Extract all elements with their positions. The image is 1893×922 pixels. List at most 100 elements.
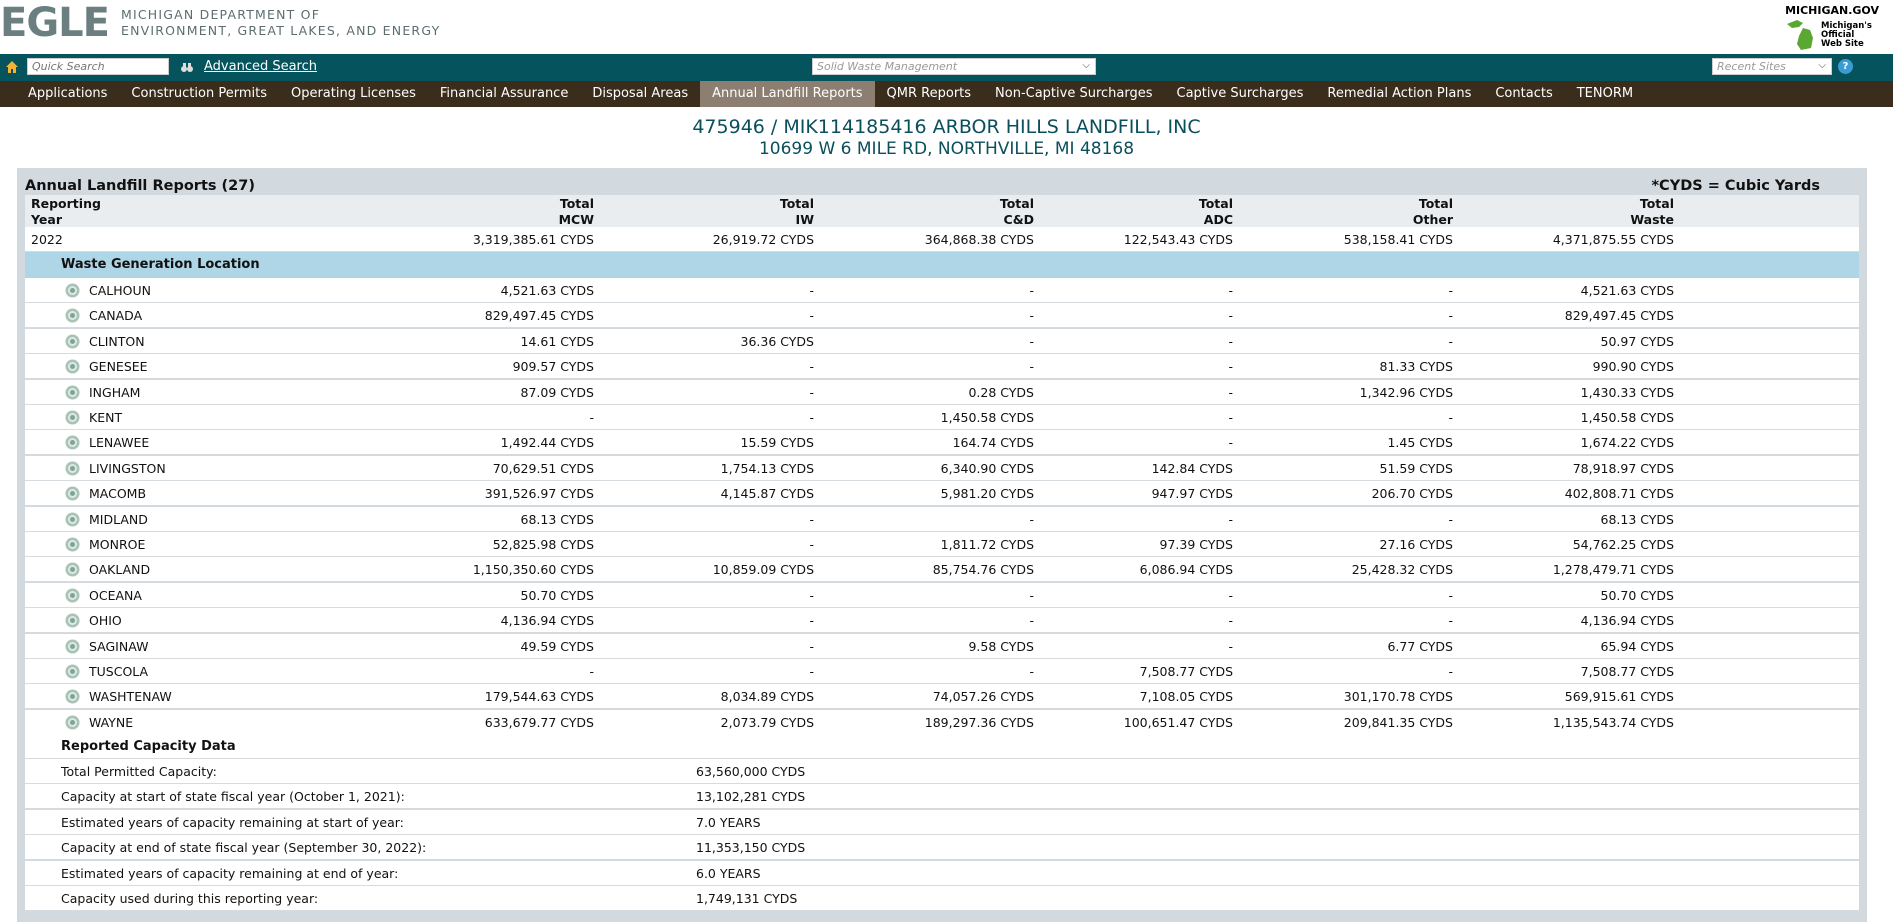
value-cell: - [809,359,814,375]
county-name: LIVINGSTON [89,460,166,476]
chevron-down-icon: ⌵ [1818,60,1826,71]
county-row[interactable]: MACOMB 391,526.97 CYDS 4,145.87 CYDS 5,981.… [25,481,1859,507]
county-row[interactable]: CALHOUN 4,521.63 CYDS - - - - 4,521.63 CYDS [25,278,1859,303]
value-cell: 122,543.43 CYDS [1123,232,1233,247]
county-row[interactable]: CLINTON 14.61 CYDS 36.36 CYDS - - - 50.97 CYDS [25,328,1859,354]
value-cell: 100,651.47 CYDS [1123,714,1233,730]
value-cell: 4,521.63 CYDS [500,283,594,298]
value-cell: 538,158.41 CYDS [1343,232,1453,247]
county-row[interactable]: OCEANA 50.70 CYDS - - - - 50.70 CYDS [25,582,1859,608]
value-cell: - [1448,410,1453,425]
value-cell: - [809,638,814,654]
year-row[interactable]: 2022 3,319,385.61 CYDS 26,919.72 CYDS 36… [25,227,1859,252]
value-cell: - [809,613,814,629]
year-cell: 2022 [31,232,63,247]
value-cell: 909.57 CYDS [512,359,594,375]
county-row[interactable]: KENT - - 1,450.58 CYDS - - 1,450.58 CYDS [25,405,1859,430]
county-seal-icon [65,359,80,374]
value-cell: - [1029,613,1034,629]
header-cell: IW [795,212,814,227]
binoculars-icon[interactable] [180,60,194,74]
egle-logo[interactable]: EGLE MICHIGAN DEPARTMENT OF ENVIRONMENT,… [0,3,440,43]
county-row[interactable]: SAGINAW 49.59 CYDS - 9.58 CYDS - 6.77 CYDS 65.… [25,633,1859,659]
nav-operating-licenses[interactable]: Operating Licenses [279,81,428,107]
capacity-value: 63,560,000 CYDS [696,764,806,779]
county-row[interactable]: OAKLAND 1,150,350.60 CYDS 10,859.09 CYDS 85… [25,557,1859,583]
county-row[interactable]: LENAWEE 1,492.44 CYDS 15.59 CYDS 164.74 CYD… [25,430,1859,456]
capacity-label: Estimated years of capacity remaining at… [61,865,399,881]
value-cell: 1,430.33 CYDS [1580,384,1674,400]
county-name: CLINTON [89,333,145,349]
value-cell: 1,150,350.60 CYDS [472,562,594,578]
capacity-label: Capacity at start of state fiscal year (… [61,789,405,805]
value-cell: 947.97 CYDS [1151,486,1233,502]
value-cell: 0.28 CYDS [968,384,1034,400]
county-row[interactable]: MIDLAND 68.13 CYDS - - - - 68.13 CYDS [25,506,1859,532]
county-row[interactable]: CANADA 829,497.45 CYDS - - - - 829,497.45 CYDS [25,303,1859,329]
county-row[interactable]: WASHTENAW 179,544.63 CYDS 8,034.89 CYDS 74,… [25,684,1859,710]
value-cell: 7,508.77 CYDS [1139,664,1233,679]
advanced-search-link[interactable]: Advanced Search [204,59,317,74]
capacity-label: Capacity at end of state fiscal year (Se… [61,840,427,856]
nav-annual-landfill-reports[interactable]: Annual Landfill Reports [700,81,875,107]
search-bar: Advanced Search Solid Waste Management ⌵… [0,54,1893,81]
value-cell: - [1228,384,1233,400]
value-cell: 1,674.22 CYDS [1580,435,1674,451]
program-select[interactable]: Solid Waste Management ⌵ [812,58,1096,75]
value-cell: 3,319,385.61 CYDS [472,232,594,247]
home-icon[interactable] [5,60,19,74]
county-row[interactable]: GENESEE 909.57 CYDS - - - 81.33 CYDS 990.90 CY… [25,354,1859,380]
value-cell: 50.97 CYDS [1600,333,1674,349]
capacity-row: Capacity used during this reporting year… [25,886,1859,911]
value-cell: 829,497.45 CYDS [484,308,594,324]
value-cell: - [809,308,814,324]
egle-logo-mark: EGLE [0,0,110,46]
header-cell: ADC [1203,212,1233,227]
nav-remedial-action-plans[interactable]: Remedial Action Plans [1315,81,1483,107]
nav-applications[interactable]: Applications [16,81,119,107]
quick-search-input[interactable] [27,58,169,75]
capacity-value: 1,749,131 CYDS [696,891,798,906]
county-seal-icon [65,664,80,679]
value-cell: 1,278,479.71 CYDS [1552,562,1674,578]
value-cell: 569,915.61 CYDS [1564,689,1674,705]
county-row[interactable]: TUSCOLA - - - 7,508.77 CYDS - 7,508.77 CYDS [25,659,1859,684]
county-seal-icon [65,283,80,298]
site-header: EGLE MICHIGAN DEPARTMENT OF ENVIRONMENT,… [0,0,1893,54]
recent-sites-select[interactable]: Recent Sites ⌵ [1712,58,1832,75]
county-row[interactable]: OHIO 4,136.94 CYDS - - - - 4,136.94 CYDS [25,608,1859,634]
county-row[interactable]: MONROE 52,825.98 CYDS - 1,811.72 CYDS 97.39 … [25,532,1859,557]
value-cell: - [1228,587,1233,603]
value-cell: 15.59 CYDS [740,435,814,451]
report-panel: Annual Landfill Reports (27) *CYDS = Cub… [17,168,1867,922]
county-row[interactable]: LIVINGSTON 70,629.51 CYDS 1,754.13 CYDS 6,3… [25,455,1859,481]
nav-non-captive-surcharges[interactable]: Non-Captive Surcharges [983,81,1164,107]
nav-qmr-reports[interactable]: QMR Reports [875,81,983,107]
nav-tenorm[interactable]: TENORM [1565,81,1645,107]
help-icon[interactable]: ? [1838,59,1853,74]
capacity-row: Capacity at end of state fiscal year (Se… [25,835,1859,861]
value-cell: 633,679.77 CYDS [484,714,594,730]
nav-contacts[interactable]: Contacts [1483,81,1564,107]
value-cell: - [1448,613,1453,629]
logo-line-1: MICHIGAN DEPARTMENT OF [120,7,321,22]
nav-construction-permits[interactable]: Construction Permits [119,81,279,107]
value-cell: - [809,664,814,679]
county-seal-icon [65,537,80,552]
value-cell: 10,859.09 CYDS [712,562,814,578]
value-cell: 1,342.96 CYDS [1359,384,1453,400]
nav-financial-assurance[interactable]: Financial Assurance [428,81,580,107]
county-row[interactable]: WAYNE 633,679.77 CYDS 2,073.79 CYDS 189,297… [25,709,1859,735]
value-cell: - [1029,283,1034,298]
michigan-gov-logo[interactable]: MICHIGAN.GOV Michigan's Official Web Sit… [1783,2,1883,52]
nav-captive-surcharges[interactable]: Captive Surcharges [1165,81,1316,107]
value-cell: 68.13 CYDS [520,511,594,527]
nav-disposal-areas[interactable]: Disposal Areas [580,81,700,107]
value-cell: 50.70 CYDS [520,587,594,603]
michigan-gov-subtitle: Michigan's Official Web Site [1821,22,1872,49]
value-cell: 2,073.79 CYDS [720,714,814,730]
county-seal-icon [65,334,80,349]
value-cell: 1.45 CYDS [1387,435,1453,451]
value-cell: - [1448,664,1453,679]
county-row[interactable]: INGHAM 87.09 CYDS - 0.28 CYDS - 1,342.96 CYDS… [25,379,1859,405]
